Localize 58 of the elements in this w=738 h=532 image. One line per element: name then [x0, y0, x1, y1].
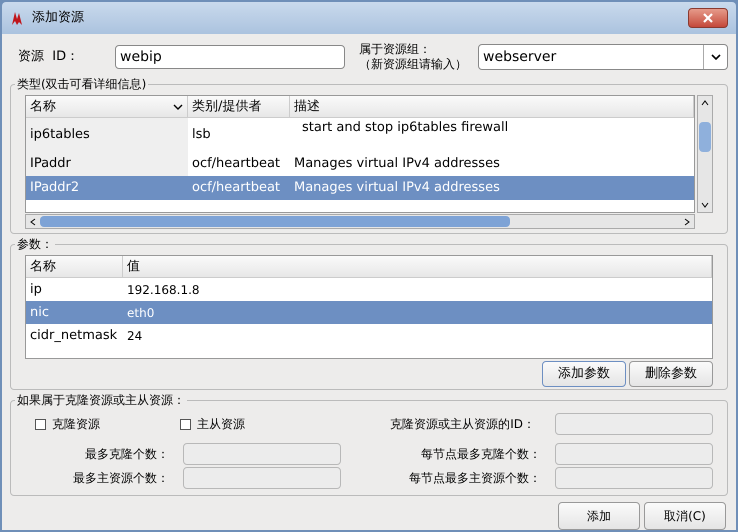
- table-cell-text: Manages virtual IPv4 addresses: [293, 155, 501, 174]
- column-header[interactable]: 描述: [290, 96, 694, 117]
- table-cell-text: 192.168.1.8: [126, 282, 201, 298]
- input-field[interactable]: [183, 467, 341, 489]
- table-cell: ip6tables: [26, 118, 188, 152]
- params-button[interactable]: 删除参数: [629, 361, 713, 387]
- group-legend: 类型(双击可看详细信息): [15, 76, 148, 92]
- close-icon: [703, 13, 713, 23]
- field-label: 最多克隆个数：: [84, 446, 170, 463]
- vertical-scrollbar[interactable]: [697, 95, 713, 213]
- group-legend: 参数：: [15, 236, 55, 252]
- table-cell-text: Manages virtual IPv4 addresses: [293, 179, 501, 198]
- scrollbar-thumb[interactable]: [40, 216, 510, 227]
- chevron-down-icon: [710, 54, 720, 60]
- close-button[interactable]: [688, 8, 728, 28]
- column-header[interactable]: 名称: [26, 96, 188, 117]
- table-cell-text: lsb: [191, 126, 212, 144]
- resource-id-field[interactable]: webip: [115, 45, 345, 69]
- table-cell-text: eth0: [126, 304, 156, 322]
- dialog-button[interactable]: 取消(C): [644, 502, 726, 530]
- clone-id-field[interactable]: [555, 413, 713, 435]
- checkbox[interactable]: 主从资源: [180, 415, 340, 433]
- input-field[interactable]: [183, 443, 341, 465]
- table-cell-text: 24: [126, 328, 144, 344]
- chevron-down-icon: [173, 104, 183, 110]
- field-label: 最多主资源个数：: [72, 470, 170, 487]
- column-header[interactable]: 名称: [26, 256, 123, 277]
- table-cell-text: start and stop ip6tables firewall: [301, 119, 510, 137]
- window-title: 添加资源: [32, 9, 84, 28]
- field-label: 资源 ID：: [17, 48, 80, 66]
- group-combo-box[interactable]: webserver: [478, 44, 728, 70]
- input-field[interactable]: [555, 443, 713, 465]
- table-row[interactable]: ip6tables lsb start and stop ip6tables firewall: [26, 118, 694, 152]
- checkbox[interactable]: 克隆资源: [35, 415, 180, 433]
- app-logo-icon: [10, 10, 24, 26]
- field-label: 每节点最多主资源个数：: [408, 470, 542, 487]
- table-cell-text: ocf/heartbeat: [191, 179, 282, 198]
- table-row[interactable]: cidr_netmask 24: [26, 324, 712, 347]
- horizontal-scrollbar[interactable]: [25, 214, 695, 229]
- field-label: 克隆资源或主从资源的ID：: [390, 416, 535, 433]
- column-header[interactable]: 值: [123, 256, 712, 277]
- field-hint: （新资源组请输入）: [359, 57, 467, 72]
- table-cell-text: ocf/heartbeat: [191, 155, 282, 174]
- field-label: 每节点最多克隆个数：: [420, 446, 542, 463]
- field-label: 属于资源组：: [359, 42, 432, 57]
- input-field[interactable]: [555, 467, 713, 489]
- table-cell: IPaddr: [26, 152, 188, 176]
- params-button[interactable]: 添加参数: [542, 361, 626, 387]
- table-row[interactable]: ip 192.168.1.8: [26, 278, 712, 301]
- scrollbar-thumb[interactable]: [699, 122, 711, 152]
- column-header[interactable]: 类别/提供者: [188, 96, 290, 117]
- dialog-button[interactable]: 添加: [558, 502, 640, 530]
- table-cell-text: cidr_netmask: [29, 326, 118, 345]
- group-legend: 如果属于克隆资源或主从资源：: [15, 392, 187, 408]
- table-cell-text: ip: [29, 280, 43, 299]
- table-cell-text: nic: [29, 304, 50, 322]
- table-row[interactable]: IPaddr ocf/heartbeat Manages virtual IPv4 addresses: [26, 152, 694, 176]
- table-cell-text: IPaddr2: [29, 179, 80, 198]
